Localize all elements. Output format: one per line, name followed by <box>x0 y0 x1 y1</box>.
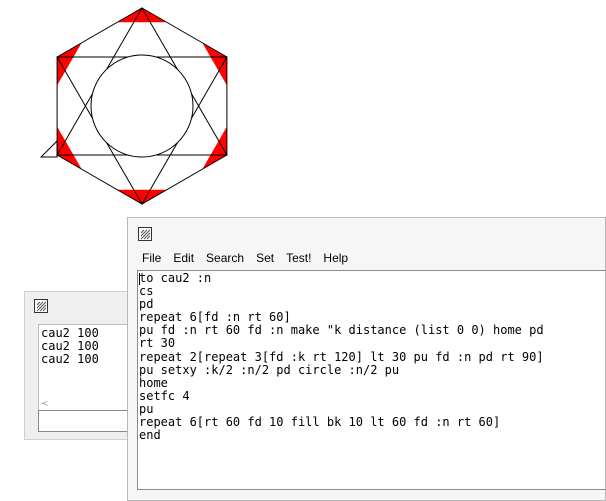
stray-triangle <box>39 139 58 158</box>
command-history-list[interactable]: cau2 100 cau2 100 cau2 100 < <box>38 324 138 412</box>
code-line: setfc 4 <box>139 388 190 403</box>
menu-help[interactable]: Help <box>317 248 354 270</box>
history-line[interactable]: cau2 100 <box>41 353 99 366</box>
code-line: pu setxy :k/2 :n/2 pd circle :n/2 pu <box>139 362 400 377</box>
code-line: to cau2 :n <box>139 271 212 285</box>
command-input[interactable] <box>38 410 138 432</box>
hexagram-drawing <box>39 7 228 205</box>
logo-window-icon[interactable] <box>34 299 48 313</box>
code-line: repeat 2[repeat 3[fd :k rt 120] lt 30 pu… <box>139 349 544 364</box>
logo-window-icon[interactable] <box>138 227 152 241</box>
editor-window: File Edit Search Set Test! Help to cau2 … <box>127 217 606 501</box>
star-tip-fill <box>117 189 167 204</box>
code-line: repeat 6[rt 60 fd 10 fill bk 10 lt 60 fd… <box>139 415 501 430</box>
listener-window: cau2 100 cau2 100 cau2 100 < <box>24 291 138 440</box>
menu-file[interactable]: File <box>136 248 167 270</box>
menu-search[interactable]: Search <box>200 248 250 270</box>
scroll-left-arrow-icon[interactable]: < <box>41 398 51 410</box>
code-line: end <box>139 428 161 443</box>
menu-edit[interactable]: Edit <box>167 248 200 270</box>
editor-menubar: File Edit Search Set Test! Help <box>136 248 354 270</box>
code-line: rt 30 <box>139 336 176 351</box>
turtle-graphics-canvas <box>39 7 228 205</box>
menu-test[interactable]: Test! <box>280 248 317 270</box>
text-caret <box>139 273 140 285</box>
star-tip-fill <box>117 8 167 23</box>
menu-set[interactable]: Set <box>250 248 280 270</box>
code-line: pu fd :n rt 60 fd :n make "k distance (l… <box>139 323 544 338</box>
code-editor-textarea[interactable]: to cau2 :n cs pd repeat 6[fd :n rt 60] pu fd… <box>137 270 605 490</box>
code-line: home <box>139 375 168 390</box>
inner-circle <box>90 54 194 158</box>
code-line: cs <box>139 284 154 299</box>
